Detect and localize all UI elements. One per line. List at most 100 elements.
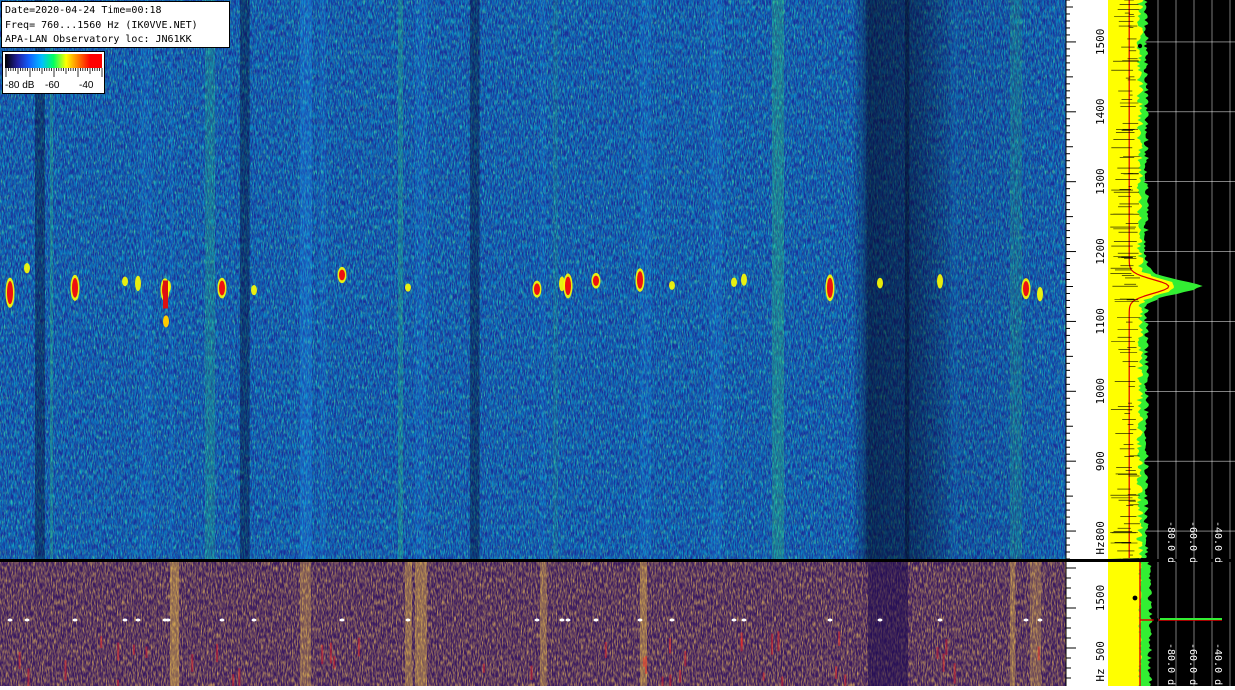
bottom-streak-red [333, 656, 336, 669]
bottom-streak-red [669, 674, 672, 690]
signal-mark [219, 280, 225, 296]
bottom-streak-red [482, 663, 485, 673]
signal-mark [637, 271, 643, 289]
bottom-signal-mark [251, 618, 257, 622]
bottom-streak [1030, 562, 1042, 686]
bottom-streak-red [942, 653, 945, 672]
bottom-streak-red [669, 637, 672, 654]
spectrum-db-label-bottom: -60.0 dB [1187, 643, 1198, 686]
spectrum-db-label: -40.0 dB [1212, 521, 1223, 569]
colorbar-label-mid: -60 [45, 80, 60, 91]
bottom-signal-mark [534, 618, 540, 622]
spectrogram-display: 800 900 1000 1100 1200 1300 1400 1500 Hz 1500 500… [0, 0, 1235, 690]
signal-mark [339, 269, 345, 281]
frequency-tick-label: 900 [1094, 451, 1107, 471]
spectrum-panel: -80.0 dB -60.0 dB -40.0 dB [1108, 0, 1235, 569]
frequency-tick-label: 1100 [1094, 308, 1107, 335]
signal-mark [877, 277, 883, 289]
signal-mark [565, 276, 571, 296]
frequency-unit-label: Hz [1094, 541, 1107, 554]
bottom-streak-red [604, 642, 607, 659]
bottom-signal-mark [669, 618, 675, 622]
bottom-streak-red [18, 651, 21, 669]
bottom-signal-mark [565, 618, 571, 622]
bottom-streak-red [661, 676, 664, 690]
bottom-signal-mark [877, 618, 883, 622]
signal-mark [163, 280, 168, 309]
colorbar-ticks [5, 68, 103, 77]
bottom-streak-red [232, 674, 235, 689]
signal-mark [122, 276, 128, 287]
colorbar-label-max: -40 [79, 80, 94, 91]
signal-mark [72, 277, 78, 298]
signal-mark [1023, 281, 1029, 297]
signal-mark [405, 283, 411, 292]
bottom-signal-mark [165, 618, 171, 622]
signal-mark [251, 284, 257, 296]
frequency-tick-label: 800 [1094, 521, 1107, 541]
bottom-streak-red [777, 631, 780, 652]
frequency-tick-label: 1200 [1094, 238, 1107, 264]
bottom-streak-red [684, 651, 687, 667]
bottom-signal-mark [637, 618, 643, 622]
bottom-streak-red [936, 647, 939, 659]
bottom-signal-mark [135, 618, 141, 622]
spectrum-avg-trace-bottom [1108, 562, 1142, 686]
bottom-streak-red [145, 646, 148, 659]
bottom-streak-red [835, 666, 838, 679]
bottom-signal-mark [937, 618, 943, 622]
bottom-streak-red [116, 679, 119, 690]
signal-mark [827, 277, 833, 298]
colorbar-legend: -80 dB -60 -40 [2, 51, 105, 94]
bottom-streak [1010, 562, 1016, 686]
bottom-streak-red [238, 668, 241, 686]
bottom-streak-red [642, 657, 645, 667]
signal-mark [1037, 286, 1043, 302]
bottom-signal-mark [1037, 618, 1043, 622]
bottom-streak-red [645, 656, 648, 674]
colorbar-label-min: -80 dB [5, 80, 35, 91]
bottom-signal-mark [7, 618, 13, 622]
bottom-streak-red [321, 644, 324, 665]
bottom-streak [170, 562, 180, 686]
bottom-streak-red [838, 631, 841, 646]
bottom-signal-mark [405, 618, 411, 622]
signal-mark [731, 277, 737, 287]
signal-mark [135, 275, 141, 292]
bottom-signal-mark [731, 618, 737, 622]
spectrum-marker [1137, 43, 1143, 49]
bottom-signal-mark [593, 618, 599, 622]
signal-mark [593, 275, 599, 286]
spectrum-marker-bottom [1132, 595, 1138, 601]
bottom-streak [540, 562, 547, 686]
bottom-streak-red [132, 644, 135, 655]
spectrum-panel-bottom: -80.0 dB -60.0 dB -40.0 dB [1108, 562, 1235, 690]
bottom-streak-red [27, 668, 30, 689]
header-info: Date=2020-04-24 Time=00:18 Freq= 760...15… [1, 1, 230, 48]
frequency-tick-label-bottom: 500 [1094, 641, 1107, 661]
spectrum-marker-bottom [1153, 617, 1159, 623]
bottom-streak-red [953, 663, 956, 684]
bottom-streak [405, 562, 413, 686]
bottom-waterfall [0, 562, 1066, 690]
signal-mark [534, 283, 540, 295]
bottom-streak-red [1037, 646, 1040, 661]
frequency-tick-label-bottom: 1500 [1094, 585, 1107, 612]
spectrum-db-label: -80.0 dB [1165, 521, 1176, 569]
bottom-streak-red [762, 672, 765, 681]
bottom-signal-mark [72, 618, 78, 622]
signal-mark [741, 273, 747, 286]
bottom-signal-mark [339, 618, 345, 622]
header-frequency: Freq= 760...1560 Hz (IK0VVE.NET) [5, 19, 198, 31]
bottom-streak-red [844, 674, 847, 689]
bottom-streak-red [740, 637, 743, 647]
spectrum-db-label: -60.0 dB [1187, 521, 1198, 569]
bottom-streak-red [357, 637, 360, 657]
bottom-signal-mark [24, 618, 30, 622]
bottom-streak-red [679, 670, 682, 683]
bottom-streak-red [945, 639, 948, 656]
frequency-scale-bottom: 1500 500 Hz [1065, 562, 1108, 686]
bottom-streak-red [117, 642, 120, 661]
bottom-streak-red [530, 665, 533, 681]
frequency-tick-label: 1300 [1094, 168, 1107, 195]
